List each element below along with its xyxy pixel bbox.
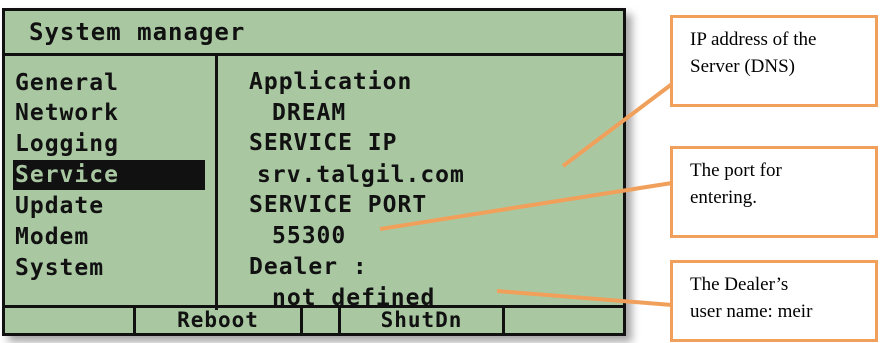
callout-ip-address: IP address of the Server (DNS)	[670, 15, 878, 107]
leader-line-ip	[561, 82, 674, 168]
callout-port-line1: The port for	[690, 160, 782, 181]
callout-dealer-line2: user name: meir	[690, 301, 813, 322]
callout-ip-line2: Server (DNS)	[690, 56, 796, 77]
callout-ip-line1: IP address of the	[690, 29, 817, 50]
callout-dealer: The Dealer’s user name: meir	[670, 260, 878, 342]
leader-line-dealer	[496, 289, 673, 307]
leader-line-port	[379, 181, 673, 231]
callout-dealer-line1: The Dealer’s	[690, 274, 789, 295]
callout-port: The port for entering.	[670, 146, 878, 238]
callout-port-line2: entering.	[690, 187, 758, 208]
